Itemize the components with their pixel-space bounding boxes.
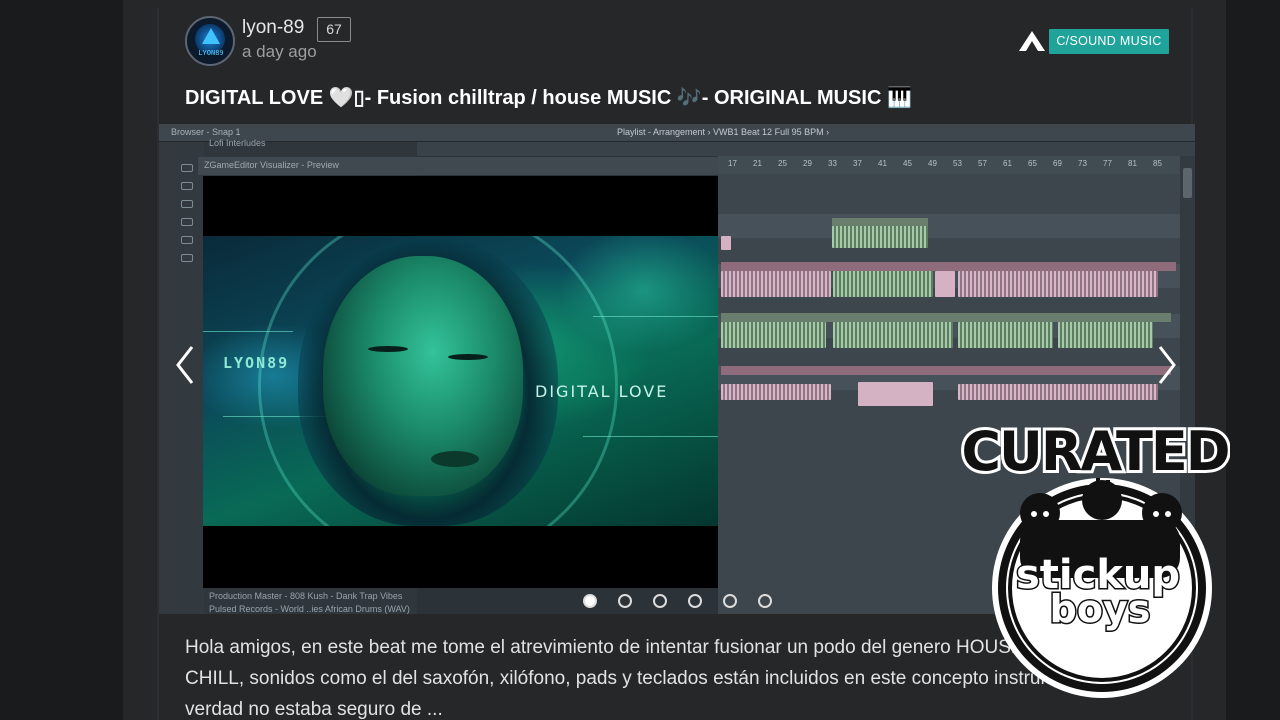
audio-clip <box>833 322 953 348</box>
art-circuit-line <box>583 436 718 437</box>
ruler-tick: 29 <box>803 159 812 168</box>
ruler-tick: 45 <box>903 159 912 168</box>
art-eye <box>448 354 488 360</box>
ruler-tick: 21 <box>753 159 762 168</box>
ruler-tick: 81 <box>1128 159 1137 168</box>
art-label-left: LYON89 <box>223 354 290 372</box>
carousel-dot[interactable] <box>758 594 772 608</box>
avatar-text: LYON89 <box>198 49 224 57</box>
page: LYON89 lyon-89 67 a day ago C/SOUND MUSI… <box>0 0 1280 720</box>
clip-header <box>721 262 1176 271</box>
visualizer-preview: LYON89 DIGITAL LOVE <box>203 176 718 588</box>
ruler-tick: 65 <box>1028 159 1037 168</box>
browser-item: Lofi Interludes <box>209 138 266 148</box>
folder-icon <box>181 200 193 208</box>
community-badge[interactable]: C/SOUND MUSIC <box>1049 29 1169 54</box>
reputation-badge: 67 <box>317 17 351 42</box>
ruler-tick: 17 <box>728 159 737 168</box>
carousel-dot[interactable] <box>653 594 667 608</box>
carousel-next-button[interactable] <box>1152 340 1182 390</box>
clip-header <box>721 366 1171 375</box>
audio-clip <box>721 384 831 400</box>
track-lane <box>718 214 1180 238</box>
audio-clip <box>721 271 831 297</box>
ruler-tick: 37 <box>853 159 862 168</box>
carousel-dot[interactable] <box>723 594 737 608</box>
ruler-tick: 61 <box>1003 159 1012 168</box>
cover-art: LYON89 DIGITAL LOVE <box>203 236 718 526</box>
art-label-right: DIGITAL LOVE <box>535 382 669 401</box>
art-circuit-line <box>593 316 718 317</box>
browser-title: Browser - Snap 1 <box>171 127 241 137</box>
audio-clip <box>721 322 826 348</box>
browser-item: Pulsed Records - World ..ies African Dru… <box>209 604 410 614</box>
folder-icon <box>181 182 193 190</box>
avatar[interactable]: LYON89 <box>185 16 235 66</box>
audio-clip <box>721 236 731 250</box>
sticker-bottom-text: boys <box>1050 587 1151 631</box>
clip-header <box>721 313 1171 322</box>
username-link[interactable]: lyon-89 <box>242 17 304 39</box>
daw-titlebar: Browser - Snap 1 Playlist - Arrangement … <box>159 124 1195 142</box>
art-eye <box>368 346 408 352</box>
ruler-tick: 57 <box>978 159 987 168</box>
ruler-tick: 69 <box>1053 159 1062 168</box>
ruler-tick: 25 <box>778 159 787 168</box>
audio-clip <box>832 226 928 248</box>
ruler-tick: 77 <box>1103 159 1112 168</box>
audio-clip <box>833 271 933 297</box>
audio-clip <box>958 271 1158 297</box>
ruler-tick: 85 <box>1153 159 1162 168</box>
folder-icon <box>181 218 193 226</box>
playlist-title: Playlist - Arrangement › VWB1 Beat 12 Fu… <box>617 127 830 137</box>
timeline-ruler: 17 21 25 29 33 37 41 45 49 53 57 61 65 6… <box>718 156 1180 174</box>
daw-toolbar <box>417 142 1195 156</box>
folder-icon <box>181 254 193 262</box>
ruler-tick: 41 <box>878 159 887 168</box>
curated-stickup-boys-logo: CURATED stickup boys <box>960 417 1230 698</box>
right-gutter <box>1226 0 1280 720</box>
audio-clip <box>958 322 1053 348</box>
carousel-dot[interactable] <box>618 594 632 608</box>
audio-clip <box>1058 322 1153 348</box>
carousel-dot[interactable] <box>688 594 702 608</box>
audio-clip <box>935 271 955 297</box>
community-logo-icon[interactable] <box>1018 30 1046 52</box>
art-lips <box>431 451 479 467</box>
visualizer-title: ZGameEditor Visualizer - Preview <box>204 160 339 170</box>
audio-clip <box>958 384 1158 400</box>
carousel-prev-button[interactable] <box>170 340 200 390</box>
chevron-left-icon <box>176 346 194 384</box>
carousel-dot[interactable] <box>583 594 597 608</box>
art-circuit-line <box>203 331 293 332</box>
scroll-thumb <box>1183 168 1192 198</box>
chevron-right-icon <box>1158 346 1176 384</box>
folder-icon <box>181 164 193 172</box>
post-title[interactable]: DIGITAL LOVE 🤍▯- Fusion chilltrap / hous… <box>185 85 912 110</box>
avatar-logo-icon <box>202 28 220 44</box>
carousel-dots <box>583 594 793 608</box>
left-gutter <box>0 0 123 720</box>
sticker-top-text: CURATED <box>961 420 1228 483</box>
folder-icon <box>181 236 193 244</box>
ruler-tick: 49 <box>928 159 937 168</box>
ruler-tick: 33 <box>828 159 837 168</box>
ruler-tick: 53 <box>953 159 962 168</box>
visualizer-header: ZGameEditor Visualizer - Preview <box>198 157 718 175</box>
post-time: a day ago <box>242 42 317 61</box>
browser-item: Production Master - 808 Kush - Dank Trap… <box>209 591 403 601</box>
ruler-tick: 73 <box>1078 159 1087 168</box>
audio-clip <box>858 382 933 406</box>
art-face <box>323 256 523 496</box>
